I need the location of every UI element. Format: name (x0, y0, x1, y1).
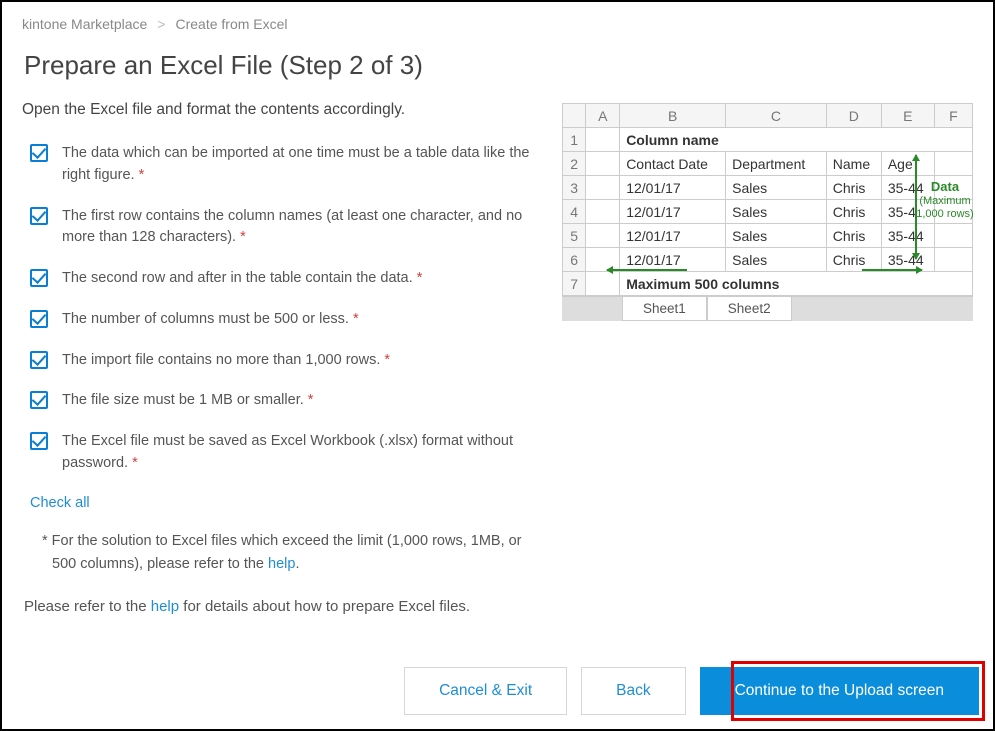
excel-row-header: 6 (563, 248, 586, 272)
excel-cell: Chris (826, 176, 881, 200)
excel-cell: Chris (826, 248, 881, 272)
help-link[interactable]: help (151, 598, 179, 615)
excel-cell: Chris (826, 200, 881, 224)
requirement-item: The import file contains no more than 1,… (30, 350, 542, 372)
excel-cell: Age (881, 152, 934, 176)
requirement-text: The first row contains the column names … (62, 206, 542, 250)
required-asterisk: * (417, 270, 423, 286)
excel-annotation-data: Data (Maximum 1,000 rows) (915, 179, 975, 221)
required-asterisk: * (240, 229, 246, 245)
requirement-checkbox[interactable] (30, 310, 48, 328)
breadcrumb-marketplace[interactable]: kintone Marketplace (22, 16, 147, 32)
excel-row-header: 3 (563, 176, 586, 200)
requirement-checkbox[interactable] (30, 391, 48, 409)
requirements-checklist: The data which can be imported at one ti… (22, 143, 542, 475)
requirement-text: The import file contains no more than 1,… (62, 350, 390, 372)
requirement-item: The second row and after in the table co… (30, 268, 542, 290)
check-all-link[interactable]: Check all (22, 495, 90, 511)
excel-row-header: 5 (563, 224, 586, 248)
excel-col-header: B (620, 104, 726, 128)
excel-figure: A B C D E F 1 Column name 2 Contact Date… (562, 103, 973, 321)
requirement-text: The number of columns must be 500 or les… (62, 309, 359, 331)
excel-cell: Department (726, 152, 827, 176)
requirement-text: The second row and after in the table co… (62, 268, 422, 290)
requirement-text: The data which can be imported at one ti… (62, 143, 542, 187)
excel-cell: Sales (726, 176, 827, 200)
excel-sheet-tabs: Sheet1 Sheet2 (562, 296, 973, 321)
required-asterisk: * (384, 352, 390, 368)
excel-cell: 12/01/17 (620, 224, 726, 248)
excel-cell: Chris (826, 224, 881, 248)
requirement-checkbox[interactable] (30, 432, 48, 450)
excel-cell: 12/01/17 (620, 248, 726, 272)
page-title: Prepare an Excel File (Step 2 of 3) (2, 40, 993, 101)
excel-row-header: 4 (563, 200, 586, 224)
requirement-item: The file size must be 1 MB or smaller. * (30, 390, 542, 412)
excel-corner (563, 104, 586, 128)
excel-sheet-tab[interactable]: Sheet1 (622, 297, 707, 321)
requirement-checkbox[interactable] (30, 207, 48, 225)
arrow-left-icon (607, 269, 687, 271)
required-asterisk: * (132, 455, 138, 471)
excel-row-header: 7 (563, 272, 586, 296)
requirement-checkbox[interactable] (30, 269, 48, 287)
breadcrumb-current: Create from Excel (175, 16, 287, 32)
excel-cell: Contact Date (620, 152, 726, 176)
requirement-item: The Excel file must be saved as Excel Wo… (30, 431, 542, 475)
excel-cell: Sales (726, 248, 827, 272)
instruction-heading: Open the Excel file and format the conte… (22, 101, 542, 119)
requirement-checkbox[interactable] (30, 351, 48, 369)
excel-annotation-column-name: Column name (620, 128, 973, 152)
final-note: Please refer to the help for details abo… (2, 576, 993, 615)
excel-cell: 12/01/17 (620, 176, 726, 200)
excel-row-header: 1 (563, 128, 586, 152)
excel-cell: Sales (726, 224, 827, 248)
breadcrumb: kintone Marketplace > Create from Excel (2, 2, 993, 40)
requirement-text: The file size must be 1 MB or smaller. * (62, 390, 313, 412)
help-link[interactable]: help (268, 556, 295, 572)
excel-col-header: A (586, 104, 620, 128)
back-button[interactable]: Back (581, 667, 685, 715)
excel-row-header: 2 (563, 152, 586, 176)
excel-cell: 35-44 (881, 248, 934, 272)
requirement-item: The first row contains the column names … (30, 206, 542, 250)
excel-annotation-max-cols: Maximum 500 columns (620, 272, 973, 296)
excel-col-header: F (934, 104, 972, 128)
limit-note: * For the solution to Excel files which … (32, 530, 542, 576)
cancel-exit-button[interactable]: Cancel & Exit (404, 667, 567, 715)
excel-cell: 12/01/17 (620, 200, 726, 224)
excel-cell: Name (826, 152, 881, 176)
excel-col-header: D (826, 104, 881, 128)
requirement-item: The number of columns must be 500 or les… (30, 309, 542, 331)
breadcrumb-separator: > (157, 16, 165, 32)
continue-upload-button[interactable]: Continue to the Upload screen (700, 667, 979, 715)
arrow-right-icon (862, 269, 922, 271)
required-asterisk: * (353, 311, 359, 327)
required-asterisk: * (139, 167, 145, 183)
excel-col-header: C (726, 104, 827, 128)
footer-buttons: Cancel & Exit Back Continue to the Uploa… (404, 667, 979, 715)
requirement-text: The Excel file must be saved as Excel Wo… (62, 431, 542, 475)
excel-cell: 35-44 (881, 224, 934, 248)
excel-col-header: E (881, 104, 934, 128)
requirement-item: The data which can be imported at one ti… (30, 143, 542, 187)
excel-sheet-tab[interactable]: Sheet2 (707, 297, 792, 321)
requirement-checkbox[interactable] (30, 144, 48, 162)
required-asterisk: * (308, 392, 314, 408)
excel-cell: Sales (726, 200, 827, 224)
